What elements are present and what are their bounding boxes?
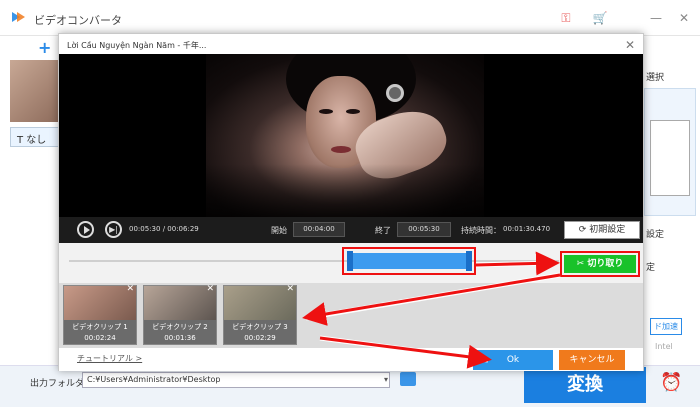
clip-item[interactable]: ✕ ビデオクリップ 1 00:02:24 <box>63 284 137 345</box>
output-folder-input[interactable]: C:¥Users¥Administrator¥Desktop <box>82 372 390 388</box>
folder-icon[interactable] <box>400 372 416 386</box>
close-window-icon[interactable]: ✕ <box>674 8 694 28</box>
accel-button[interactable]: ド加速 <box>650 318 682 335</box>
intel-label: Intel <box>655 342 673 351</box>
chevron-down-icon[interactable]: ▾ <box>380 372 392 388</box>
clip-duration: 00:02:24 <box>84 334 116 342</box>
clip-duration: 00:01:36 <box>164 334 196 342</box>
total-time: 00:06:29 <box>167 225 199 233</box>
time-readout: 00:05:30 / 00:06:29 <box>129 225 199 233</box>
clip-name: ビデオクリップ 2 <box>152 323 208 331</box>
duration-value: 00:01:30.470 <box>503 225 551 233</box>
cart-icon[interactable]: 🛒 <box>590 8 610 28</box>
clip-thumbnail <box>224 286 296 320</box>
clip-duration: 00:02:29 <box>244 334 276 342</box>
clip-item[interactable]: ✕ ビデオクリップ 3 00:02:29 <box>223 284 297 345</box>
minimize-icon[interactable]: — <box>646 8 666 28</box>
dialog-title: Lời Cầu Nguyện Ngàn Năm - 千年... <box>67 41 207 50</box>
clip-remove-icon[interactable]: ✕ <box>286 284 294 294</box>
app-logo-icon <box>12 12 25 22</box>
video-frame <box>206 54 484 217</box>
select-label: 選択 <box>646 73 665 83</box>
end-label: 終了 <box>375 226 391 235</box>
dialog-footer: チュートリアル > Ok キャンセル <box>59 348 643 371</box>
format-preview <box>650 120 690 196</box>
settings-label[interactable]: 設定 <box>646 227 664 240</box>
video-preview <box>59 54 643 217</box>
settings2-label: 定 <box>646 263 656 273</box>
clips-list: ✕ ビデオクリップ 1 00:02:24 ✕ ビデオクリップ 2 00:01:3… <box>59 283 643 348</box>
reset-button[interactable]: ⟳ 初期設定 <box>564 221 640 239</box>
end-time-field[interactable]: 00:05:30 <box>397 222 451 237</box>
clip-name: ビデオクリップ 3 <box>232 323 288 331</box>
next-frame-icon[interactable]: ▶| <box>105 221 122 238</box>
close-icon[interactable]: ✕ <box>625 38 635 52</box>
convert-button[interactable]: 変換 <box>524 367 646 403</box>
ok-button[interactable]: Ok <box>473 350 553 370</box>
app-titlebar: ビデオコンバータ ⚿ 🛒 — ✕ <box>0 0 700 36</box>
clip-remove-icon[interactable]: ✕ <box>126 284 134 294</box>
cut-button[interactable]: ✂ 切り取り <box>564 255 636 273</box>
trim-timeline: ✂ 切り取り <box>59 243 643 283</box>
subtitle-none-select[interactable]: T なし <box>10 127 60 147</box>
video-thumbnail[interactable] <box>10 60 62 122</box>
play-icon[interactable] <box>77 221 94 238</box>
tutorial-link[interactable]: チュートリアル > <box>77 353 142 364</box>
timeline-track[interactable] <box>69 260 559 262</box>
current-time: 00:05:30 <box>129 225 161 233</box>
clip-thumbnail <box>64 286 136 320</box>
key-icon[interactable]: ⚿ <box>556 8 576 28</box>
clip-remove-icon[interactable]: ✕ <box>206 284 214 294</box>
cancel-button[interactable]: キャンセル <box>559 350 625 370</box>
clip-thumbnail <box>144 286 216 320</box>
time-separator: / <box>162 225 166 233</box>
alarm-clock-icon[interactable]: ⏰ <box>660 372 682 393</box>
add-file-button[interactable]: + <box>38 38 51 57</box>
start-time-field[interactable]: 00:04:00 <box>293 222 345 237</box>
trim-dialog: Lời Cầu Nguyện Ngàn Năm - 千年... ✕ ▶| 00:… <box>58 33 644 371</box>
player-controls: ▶| 00:05:30 / 00:06:29 開始 00:04:00 終了 00… <box>59 217 643 243</box>
highlight-box-selection <box>342 247 476 275</box>
duration-label: 持続時間： <box>461 226 501 235</box>
start-label: 開始 <box>271 226 287 235</box>
clip-name: ビデオクリップ 1 <box>72 323 128 331</box>
app-title: ビデオコンバータ <box>34 14 122 27</box>
clip-item[interactable]: ✕ ビデオクリップ 2 00:01:36 <box>143 284 217 345</box>
